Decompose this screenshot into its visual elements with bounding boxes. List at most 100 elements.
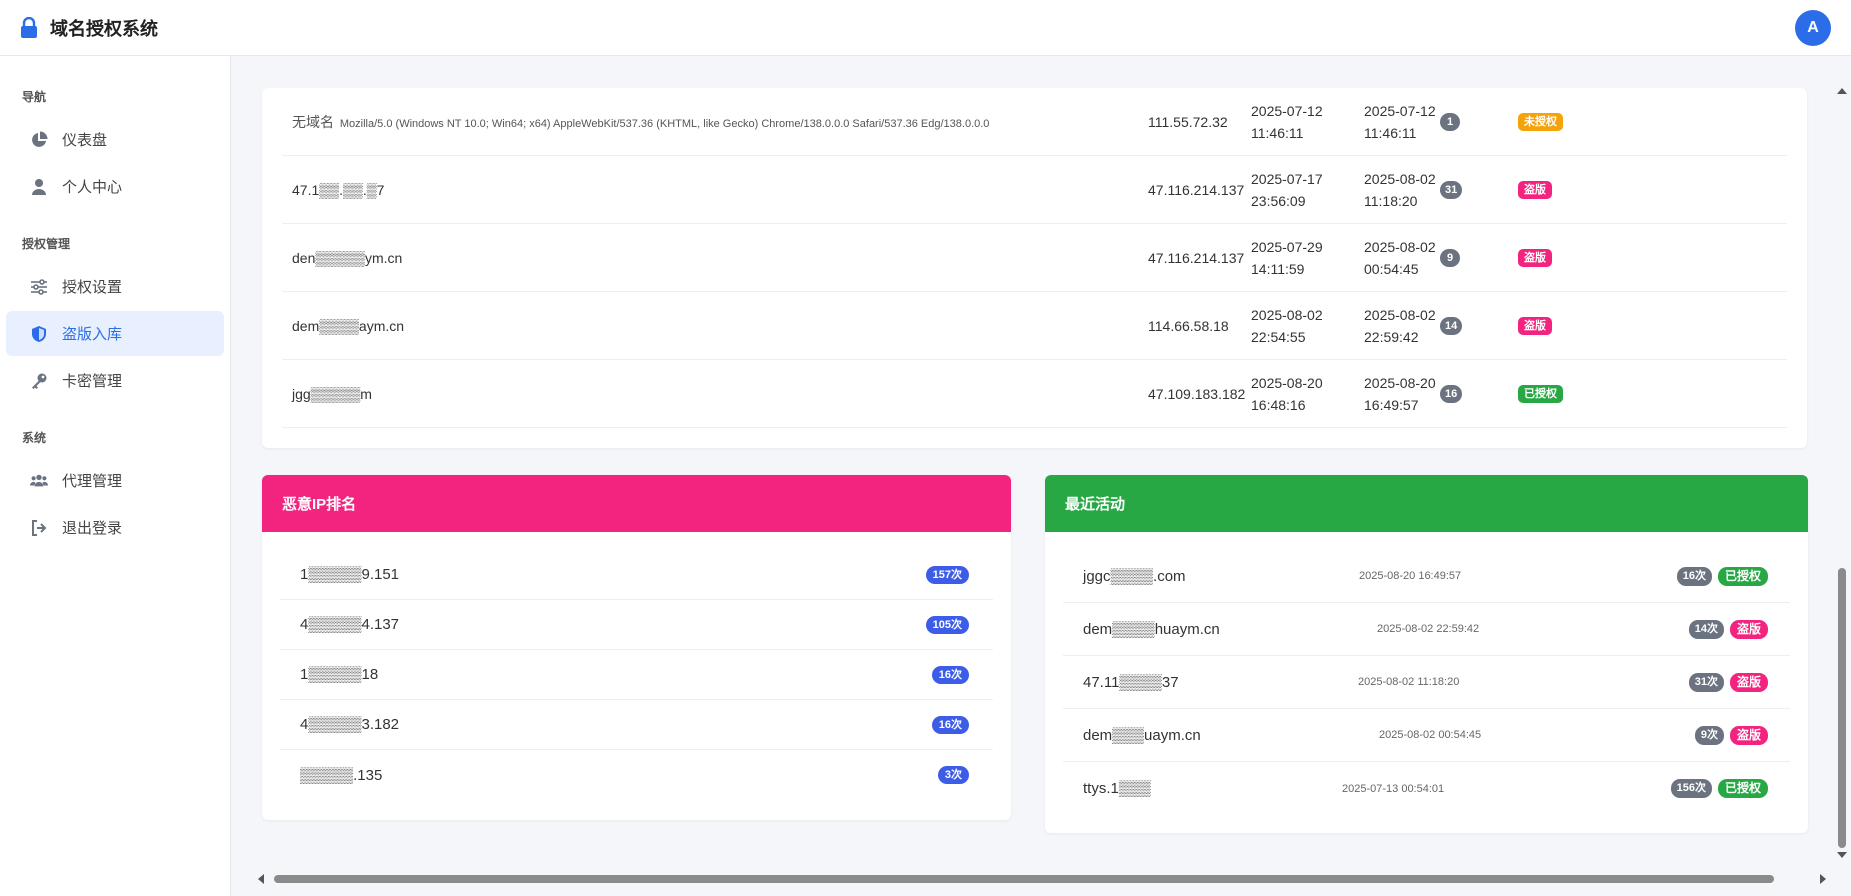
sidebar-item-label: 授权设置 (62, 279, 123, 296)
count-badge: 9次 (1694, 725, 1724, 745)
ip-text: 4▒▒▒▒▒4.137 (300, 616, 400, 633)
sidebar-item-cards[interactable]: 卡密管理 (6, 358, 224, 403)
status-badge: 盗版 (1518, 181, 1552, 199)
domain-cell: den▒▒▒▒▒ym.cn (292, 249, 403, 266)
count-badge: 16次 (931, 715, 969, 734)
first-seen-date: 2025-07-17 (1251, 170, 1323, 187)
status-badge: 盗版 (1729, 619, 1768, 639)
list-item[interactable]: 1▒▒▒▒▒18 16次 (280, 650, 993, 700)
last-seen-time: 00:54:45 (1364, 260, 1419, 277)
sidebar-item-auth-settings[interactable]: 授权设置 (6, 264, 224, 309)
last-seen-time: 11:46:11 (1364, 124, 1417, 141)
brand[interactable]: 域名授权系统 (20, 15, 158, 41)
list-item[interactable]: dem▒▒▒▒huaym.cn 2025-08-02 22:59:42 14次盗… (1063, 603, 1790, 656)
main-content: 无域名 Mozilla/5.0 (Windows NT 10.0; Win64;… (232, 56, 1851, 896)
status-badge: 盗版 (1729, 725, 1768, 745)
pie-chart-icon (32, 131, 48, 147)
count-badge: 9 (1440, 249, 1460, 267)
last-seen-time: 11:18:20 (1364, 192, 1418, 209)
ip-cell: 47.116.214.137 (1148, 181, 1245, 198)
list-item[interactable]: 4▒▒▒▒▒4.137 105次 (280, 600, 993, 650)
last-seen-date: 2025-08-02 (1364, 306, 1436, 323)
table-row[interactable]: 47.1▒▒.▒▒.▒7 47.116.214.137 2025-07-17 23… (282, 156, 1787, 224)
last-seen-time: 16:49:57 (1364, 396, 1419, 413)
users-icon (30, 474, 48, 486)
sidebar-item-agents[interactable]: 代理管理 (6, 458, 224, 503)
sidebar-item-label: 代理管理 (62, 473, 123, 490)
card-title: 最近活动 (1045, 475, 1808, 532)
scroll-up-icon[interactable] (1837, 88, 1847, 94)
ip-text: 1▒▒▒▒▒9.151 (300, 566, 400, 583)
list-item[interactable]: ▒▒▒▒▒.135 3次 (280, 750, 993, 800)
sidebar-item-label: 盗版入库 (62, 326, 123, 343)
section-title-auth: 授权管理 (22, 237, 71, 251)
table-row[interactable]: den▒▒▒▒▒ym.cn 47.116.214.137 2025-07-29 1… (282, 224, 1787, 292)
status-badge: 已授权 (1717, 566, 1768, 586)
count-badge: 16 (1440, 385, 1463, 403)
table-row[interactable]: dem▒▒▒▒aym.cn 114.66.58.18 2025-08-02 22:… (282, 292, 1787, 360)
scroll-down-icon[interactable] (1837, 852, 1847, 858)
scrollbar-thumb[interactable] (1838, 568, 1846, 848)
domain-text: dem▒▒▒uaym.cn (1083, 726, 1201, 744)
shield-icon (32, 325, 46, 342)
timestamp: 2025-07-13 00:54:01 (1342, 782, 1445, 795)
last-seen-date: 2025-07-12 (1364, 102, 1436, 119)
first-seen-date: 2025-08-20 (1251, 374, 1323, 391)
status-badge: 盗版 (1518, 249, 1552, 267)
first-seen-time: 14:11:59 (1251, 260, 1305, 277)
timestamp: 2025-08-02 00:54:45 (1379, 729, 1482, 741)
sidebar-item-profile[interactable]: 个人中心 (6, 164, 224, 209)
horizontal-scrollbar[interactable] (258, 874, 1826, 884)
count-badge: 14次 (1688, 619, 1724, 639)
ip-cell: 47.109.183.182 (1148, 385, 1246, 402)
ip-text: 4▒▒▒▒▒3.182 (300, 716, 400, 733)
logout-icon (32, 519, 47, 536)
lock-icon (21, 16, 37, 38)
list-item[interactable]: ttys.1▒▒▒ 2025-07-13 00:54:01 156次 已授权 (1063, 762, 1790, 815)
status-badge: 已授权 (1518, 385, 1563, 403)
domain-cell: 无域名 (292, 113, 334, 130)
scroll-left-icon[interactable] (258, 874, 264, 884)
app-title: 域名授权系统 (50, 18, 158, 39)
key-icon (32, 373, 47, 389)
records-table: 无域名 Mozilla/5.0 (Windows NT 10.0; Win64;… (262, 88, 1807, 448)
sidebar-item-logout[interactable]: 退出登录 (6, 505, 224, 550)
domain-cell: jgg▒▒▒▒▒m (292, 385, 372, 402)
list-item[interactable]: 1▒▒▒▒▒9.151 157次 (280, 550, 993, 600)
sidebar-item-label: 退出登录 (62, 520, 123, 537)
avatar[interactable]: A (1795, 9, 1831, 46)
ip-cell: 114.66.58.18 (1148, 317, 1229, 334)
table-row[interactable]: jgg▒▒▒▒▒m 47.109.183.182 2025-08-20 16:48… (282, 360, 1787, 428)
status-badge: 盗版 (1518, 317, 1552, 335)
ip-cell: 47.116.214.137 (1148, 249, 1245, 266)
last-seen-date: 2025-08-02 (1364, 238, 1436, 255)
table-row[interactable]: 无域名 Mozilla/5.0 (Windows NT 10.0; Win64;… (282, 88, 1787, 156)
section-title-nav: 导航 (22, 90, 47, 104)
first-seen-date: 2025-07-29 (1251, 238, 1323, 255)
sidebar-item-dashboard[interactable]: 仪表盘 (6, 117, 224, 162)
status-badge: 盗版 (1729, 672, 1768, 692)
list-item[interactable]: jggc▒▒▒▒.com 2025-08-20 16:49:57 16次 已授权 (1063, 550, 1790, 603)
sidebar-item-label: 仪表盘 (62, 132, 108, 149)
last-seen-time: 22:59:42 (1364, 328, 1419, 345)
sidebar-item-piracy[interactable]: 盗版入库 (6, 311, 224, 356)
user-agent-cell: Mozilla/5.0 (Windows NT 10.0; Win64; x64… (339, 117, 990, 130)
first-seen-date: 2025-08-02 (1251, 306, 1323, 323)
count-badge: 16次 (1676, 566, 1712, 586)
recent-activity-card: 最近活动 jggc▒▒▒▒.com 2025-08-20 16:49:57 16… (1045, 475, 1808, 833)
first-seen-time: 16:48:16 (1251, 396, 1306, 413)
scroll-right-icon[interactable] (1820, 874, 1826, 884)
first-seen-time: 22:54:55 (1251, 328, 1306, 345)
count-badge: 105次 (925, 615, 969, 634)
vertical-scrollbar[interactable] (1837, 88, 1847, 858)
scrollbar-thumb[interactable] (274, 875, 1774, 883)
count-badge: 1 (1440, 113, 1460, 131)
list-item[interactable]: 47.11▒▒▒▒37 2025-08-02 11:18:20 31次 盗版 (1063, 656, 1790, 709)
count-badge: 16次 (931, 665, 969, 684)
status-badge: 未授权 (1518, 113, 1563, 131)
count-badge: 156次 (1670, 779, 1712, 798)
list-item[interactable]: dem▒▒▒uaym.cn 2025-08-02 00:54:45 9次 盗版 (1063, 709, 1790, 762)
top-bar: 域名授权系统 A (0, 0, 1851, 56)
domain-text: jggc▒▒▒▒.com (1083, 567, 1186, 585)
list-item[interactable]: 4▒▒▒▒▒3.182 16次 (280, 700, 993, 750)
